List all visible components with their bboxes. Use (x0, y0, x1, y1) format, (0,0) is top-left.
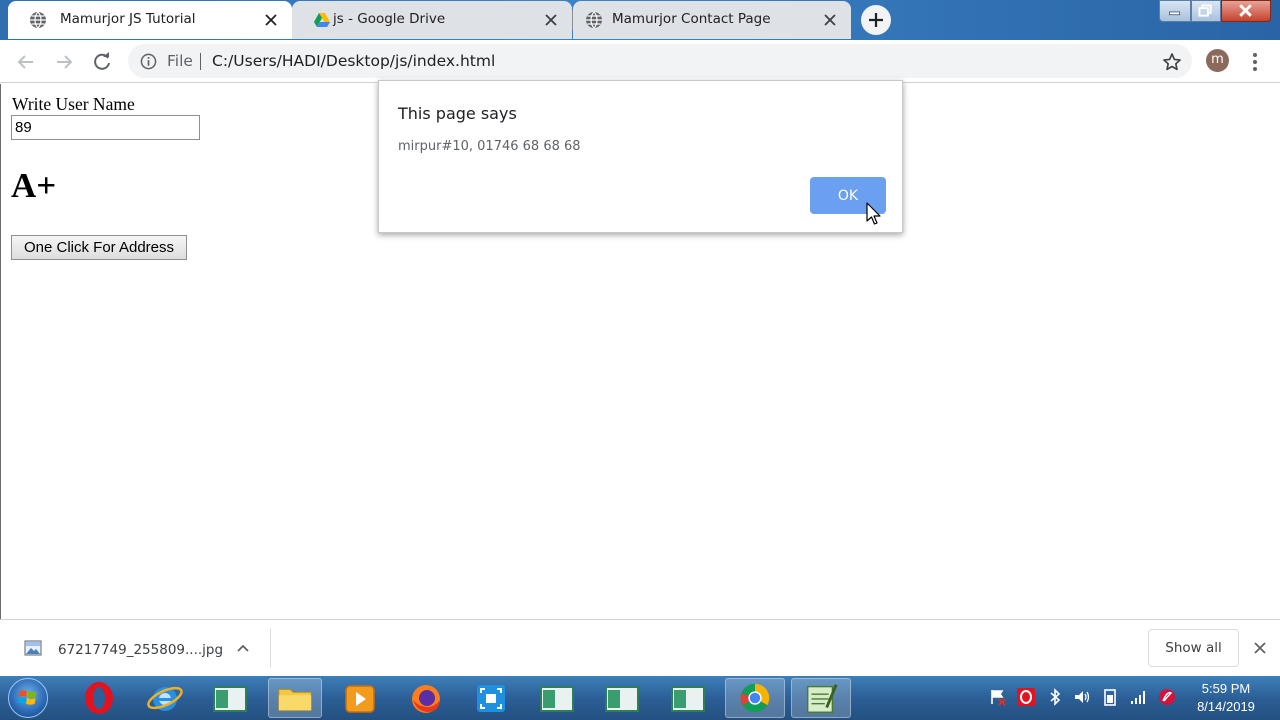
close-icon[interactable] (1251, 639, 1269, 657)
dialog-message: mirpur#10, 01746 68 68 68 (398, 139, 581, 154)
show-all-button[interactable]: Show all (1148, 629, 1239, 667)
chevron-up-icon[interactable] (234, 640, 252, 658)
star-icon[interactable] (1162, 52, 1182, 72)
address-button[interactable]: One Click For Address (11, 235, 187, 260)
volume-icon[interactable] (1073, 688, 1091, 706)
taskbar-notepad[interactable] (791, 678, 851, 718)
tab-title: js - Google Drive (333, 11, 446, 27)
taskbar-firefox[interactable] (399, 678, 453, 718)
plus-icon (869, 13, 883, 27)
grade-heading: A+ (11, 166, 57, 205)
minimize-icon (1169, 11, 1181, 16)
windows-taskbar: 5:59 PM 8/14/2019 (0, 676, 1280, 720)
dialog-title: This page says (398, 104, 517, 123)
tab-title: Mamurjor Contact Page (612, 11, 771, 27)
download-bar: 67217749_255809....jpg Show all (0, 619, 1280, 676)
tab-title: Mamurjor JS Tutorial (60, 11, 196, 27)
taskbar-clock[interactable]: 5:59 PM 8/14/2019 (1188, 680, 1264, 716)
reload-icon[interactable] (90, 50, 114, 74)
forward-arrow-icon[interactable] (52, 50, 76, 74)
globe-icon (30, 11, 46, 29)
profile-avatar[interactable]: m (1206, 49, 1229, 72)
tab-mamurjor-contact-page[interactable]: Mamurjor Contact Page (573, 1, 851, 39)
screen-capture-icon (477, 685, 505, 712)
close-icon[interactable] (542, 11, 560, 29)
close-icon[interactable] (262, 11, 280, 29)
globe-icon (586, 11, 602, 29)
start-button[interactable] (8, 678, 48, 718)
window-icon (671, 686, 705, 712)
taskbar-chrome[interactable] (725, 678, 785, 718)
url-text[interactable]: C:/Users/HADI/Desktop/js/index.html (212, 52, 495, 70)
address-bar[interactable]: File C:/Users/HADI/Desktop/js/index.html (128, 44, 1192, 78)
new-tab-button[interactable] (861, 5, 891, 35)
mouse-cursor-icon (866, 202, 881, 225)
username-input[interactable] (11, 115, 200, 140)
close-icon (1239, 4, 1252, 17)
browser-toolbar: File C:/Users/HADI/Desktop/js/index.html… (0, 40, 1280, 83)
download-divider (270, 628, 271, 668)
windows-logo-icon (17, 690, 37, 705)
window-icon (540, 686, 574, 712)
window-icon (605, 686, 639, 712)
taskbar-window[interactable] (530, 678, 584, 718)
notepad-icon (806, 684, 838, 713)
tab-mamurjor-js-tutorial[interactable]: Mamurjor JS Tutorial (8, 1, 292, 39)
taskbar-window[interactable] (203, 678, 257, 718)
omnibox-divider (200, 53, 201, 70)
restore-button[interactable] (1191, 0, 1221, 22)
network-signal-icon[interactable] (1129, 688, 1147, 706)
taskbar-window[interactable] (661, 678, 715, 718)
close-icon[interactable] (821, 11, 839, 29)
opera-tray-icon[interactable] (1017, 688, 1035, 706)
tab-google-drive[interactable]: js - Google Drive (292, 1, 572, 39)
chrome-icon (740, 683, 770, 713)
opera-icon (85, 682, 113, 714)
alert-dialog: This page says mirpur#10, 01746 68 68 68… (378, 80, 903, 233)
taskbar-opera[interactable] (72, 678, 126, 718)
internet-explorer-icon (147, 686, 183, 711)
clock-time: 5:59 PM (1201, 681, 1251, 696)
taskbar-window[interactable] (595, 678, 649, 718)
back-arrow-icon[interactable] (14, 50, 38, 74)
action-center-flag-icon[interactable] (989, 688, 1007, 706)
firefox-icon (412, 685, 440, 713)
image-file-icon (24, 640, 42, 656)
media-player-icon (345, 685, 375, 713)
url-scheme-label: File (167, 52, 193, 70)
window-icon (213, 686, 247, 712)
taskbar-snipping-tool[interactable] (464, 678, 518, 718)
username-label: Write User Name (12, 94, 135, 114)
clock-date: 8/14/2019 (1197, 699, 1255, 714)
minimize-button[interactable] (1159, 0, 1191, 22)
tab-strip: Mamurjor JS Tutorial js - Google Drive M… (0, 0, 1280, 40)
close-window-button[interactable] (1221, 0, 1271, 22)
restore-icon (1198, 4, 1212, 17)
info-icon[interactable] (140, 53, 157, 70)
taskbar-file-explorer[interactable] (268, 678, 322, 718)
download-file-name[interactable]: 67217749_255809....jpg (58, 642, 223, 658)
taskbar-media-player[interactable] (333, 678, 387, 718)
more-menu-icon[interactable] (1246, 50, 1264, 74)
power-icon[interactable] (1101, 688, 1119, 706)
taskbar-internet-explorer[interactable] (138, 678, 192, 718)
folder-icon (278, 688, 312, 711)
bluetooth-icon[interactable] (1046, 688, 1064, 706)
recording-app-icon[interactable] (1158, 688, 1176, 706)
google-drive-icon (314, 13, 330, 27)
